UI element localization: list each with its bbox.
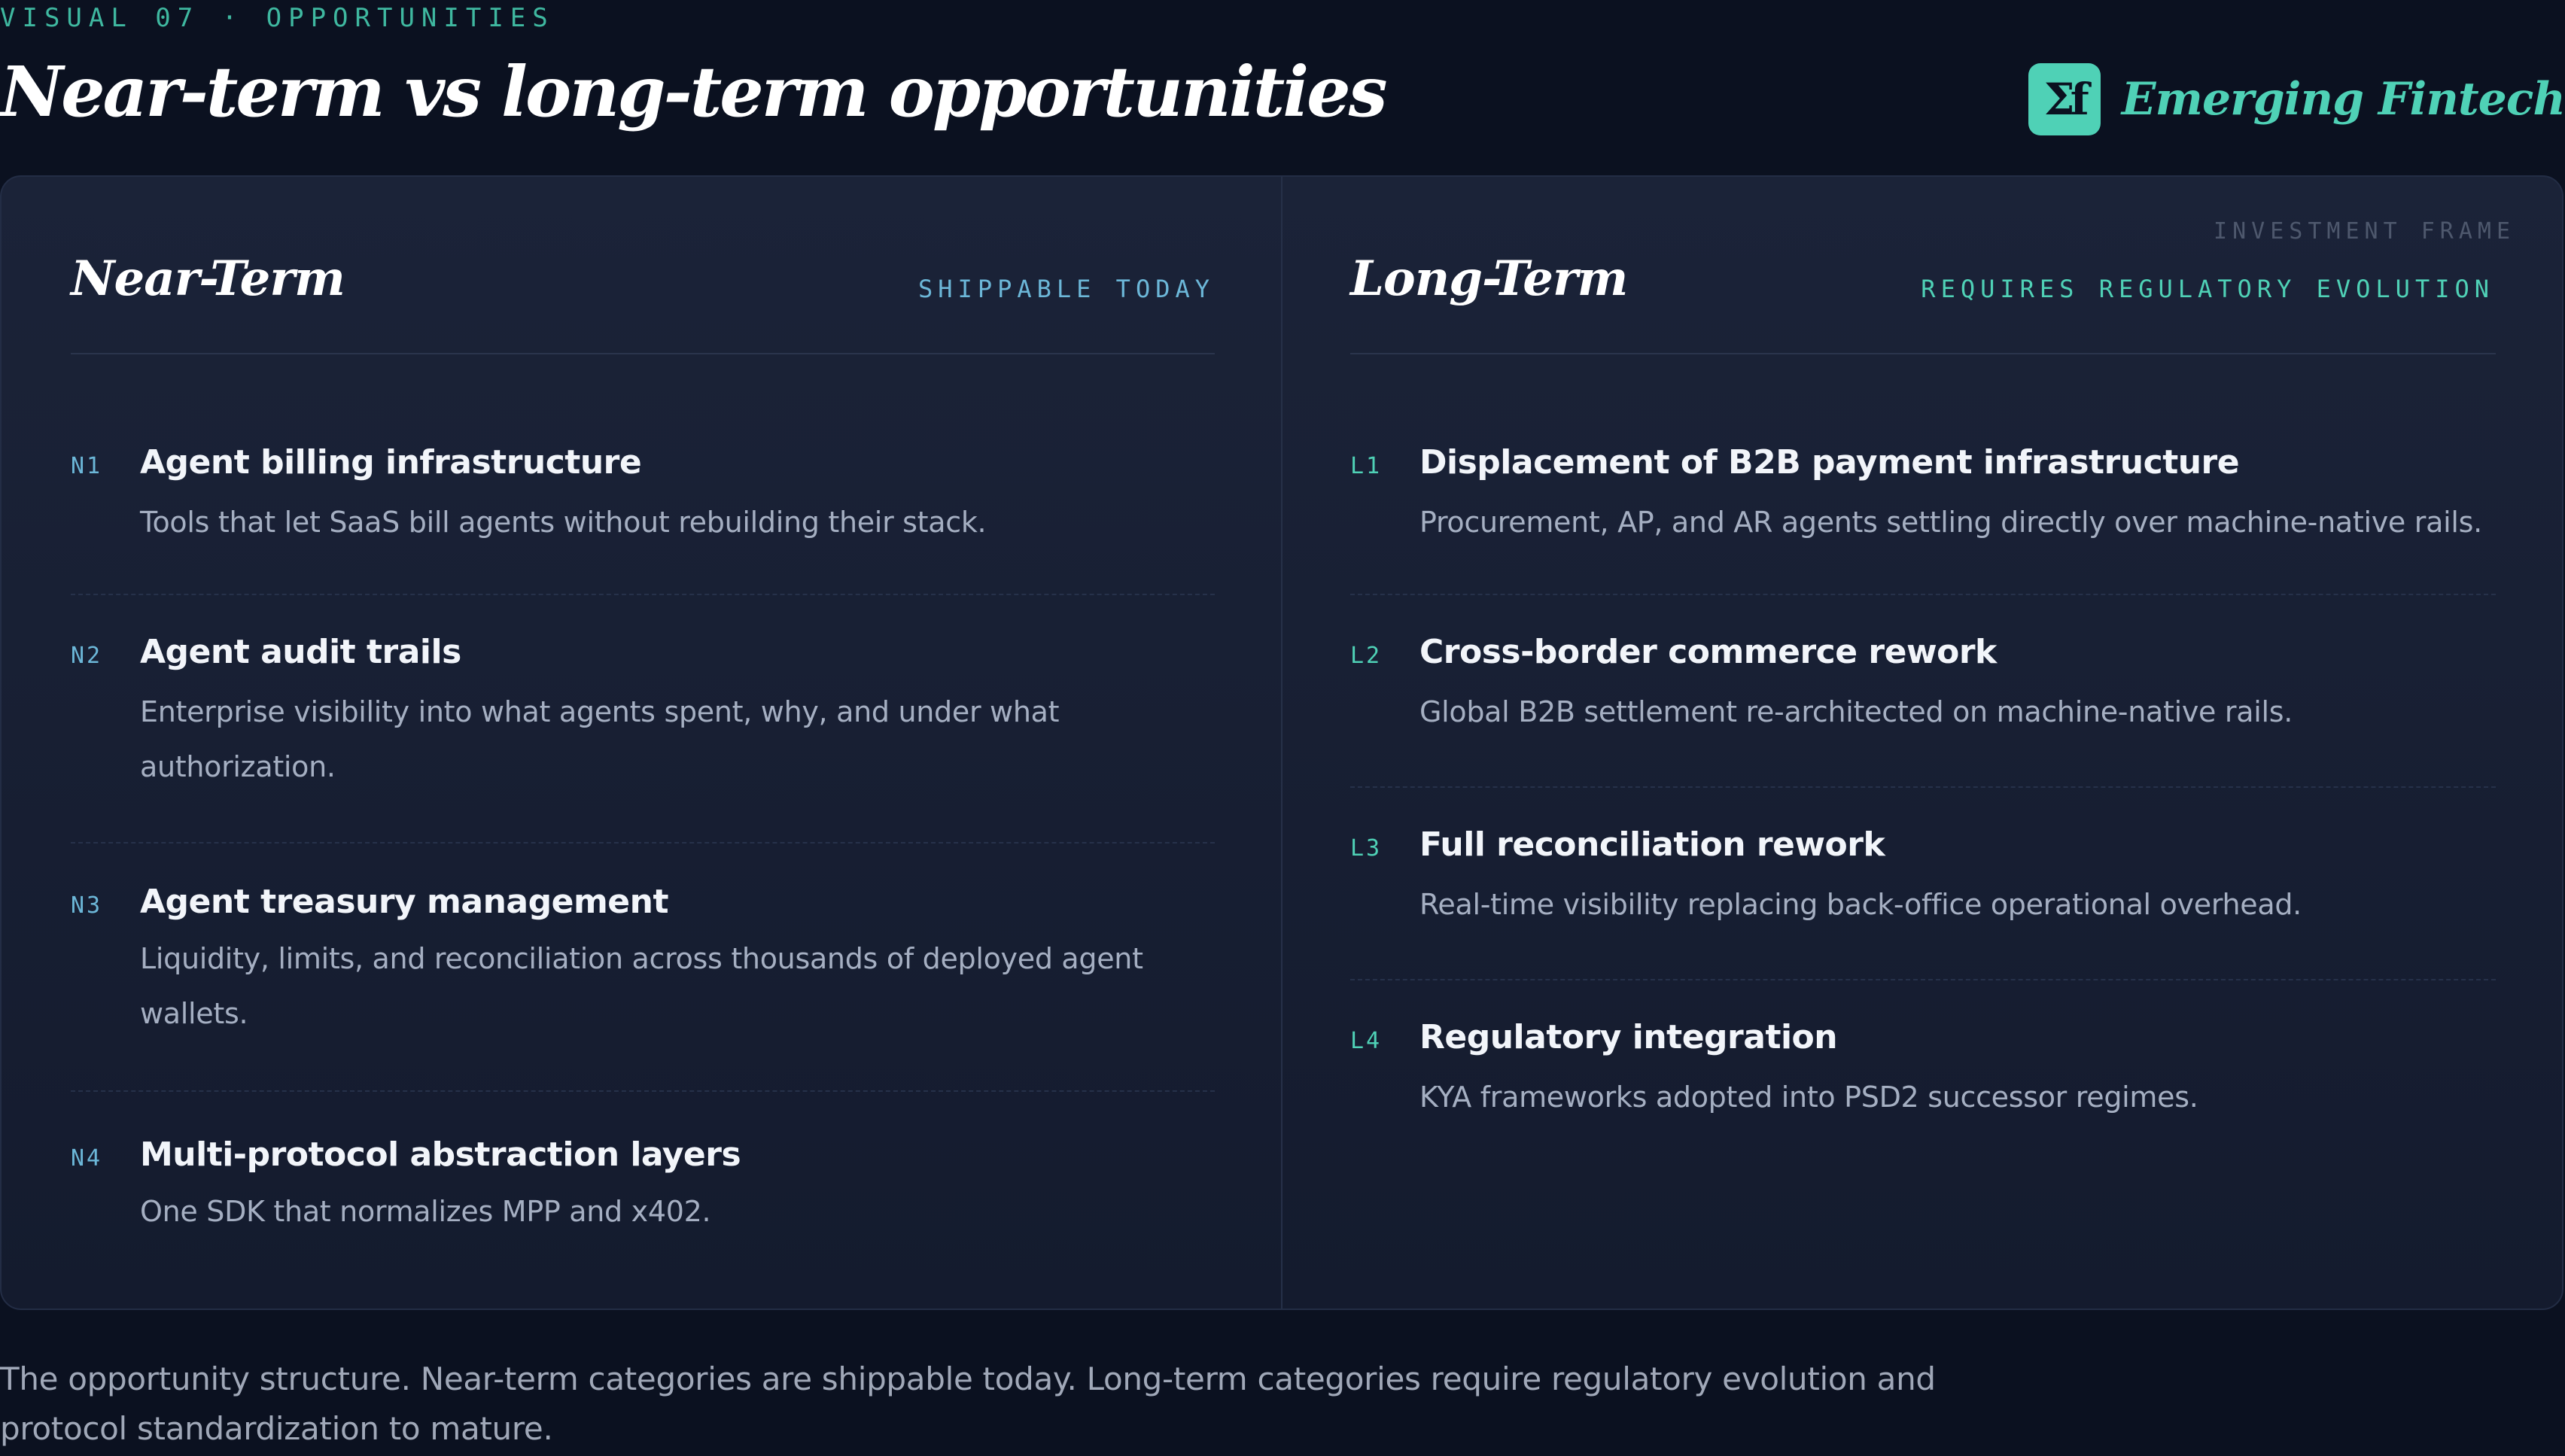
item-title: Regulatory integration [1419,1018,1838,1056]
item-number: N3 [71,892,103,919]
item-title: Agent audit trails [140,633,461,671]
item-description: Liquidity, limits, and reconciliation ac… [140,942,1143,1030]
item-description: Tools that let SaaS bill agents without … [140,506,987,539]
item-title: Cross-border commerce rework [1419,633,1997,671]
long-term-list: L1 Displacement of B2B payment infrastru… [1350,354,2496,1125]
brand-logo-icon: Σf [2028,63,2101,135]
item-description: One SDK that normalizes MPP and x402. [140,1195,711,1228]
list-item: L3 Full reconciliation rework Real-time … [1350,788,2496,980]
list-item: N1 Agent billing infrastructure Tools th… [71,354,1215,595]
long-term-header: Long-Term REQUIRES REGULATORY EVOLUTION [1350,177,2496,354]
near-term-tag: SHIPPABLE TODAY [918,275,1215,303]
item-title: Multi-protocol abstraction layers [140,1135,741,1174]
long-term-tag: REQUIRES REGULATORY EVOLUTION [1921,275,2494,303]
item-title: Displacement of B2B payment infrastructu… [1419,443,2240,482]
list-item: N3 Agent treasury management Liquidity, … [71,844,1215,1092]
item-title: Agent billing infrastructure [140,443,642,482]
item-number: N4 [71,1145,103,1172]
list-item: L4 Regulatory integration KYA frameworks… [1350,980,2496,1125]
item-title: Agent treasury management [140,883,668,921]
list-item: L2 Cross-border commerce rework Global B… [1350,595,2496,788]
figure-caption: The opportunity structure. Near-term cat… [0,1360,1936,1447]
near-term-header: Near-Term SHIPPABLE TODAY [71,177,1215,354]
item-description: Procurement, AP, and AR agents settling … [1419,506,2482,539]
item-number: L1 [1350,453,1383,479]
list-item: N2 Agent audit trails Enterprise visibil… [71,595,1215,844]
page-title: Near-term vs long-term opportunities [0,51,1387,132]
list-item: N4 Multi-protocol abstraction layers One… [71,1092,1215,1239]
item-description: KYA frameworks adopted into PSD2 success… [1419,1081,2198,1114]
item-description: Real-time visibility replacing back-offi… [1419,888,2302,921]
long-term-column: Long-Term REQUIRES REGULATORY EVOLUTION … [1350,177,2496,1125]
brand-name: Emerging Fintech [2121,73,2565,126]
item-number: L3 [1350,835,1383,862]
brand: Σf Emerging Fintech [2028,63,2565,135]
item-number: L4 [1350,1028,1383,1054]
item-description: Enterprise visibility into what agents s… [140,695,1060,783]
item-description: Global B2B settlement re-architected on … [1419,695,2293,728]
opportunities-panel: INVESTMENT FRAME Near-Term SHIPPABLE TOD… [0,175,2563,1310]
near-term-title: Near-Term [71,251,345,307]
near-term-list: N1 Agent billing infrastructure Tools th… [71,354,1215,1239]
item-number: L2 [1350,643,1383,669]
column-divider [1281,177,1282,1309]
list-item: L1 Displacement of B2B payment infrastru… [1350,354,2496,595]
long-term-title: Long-Term [1350,251,1628,307]
item-number: N2 [71,643,103,669]
item-title: Full reconciliation rework [1419,825,1885,864]
item-number: N1 [71,453,103,479]
near-term-column: Near-Term SHIPPABLE TODAY N1 Agent billi… [71,177,1215,1239]
eyebrow-label: VISUAL 07 · OPPORTUNITIES [0,3,555,33]
